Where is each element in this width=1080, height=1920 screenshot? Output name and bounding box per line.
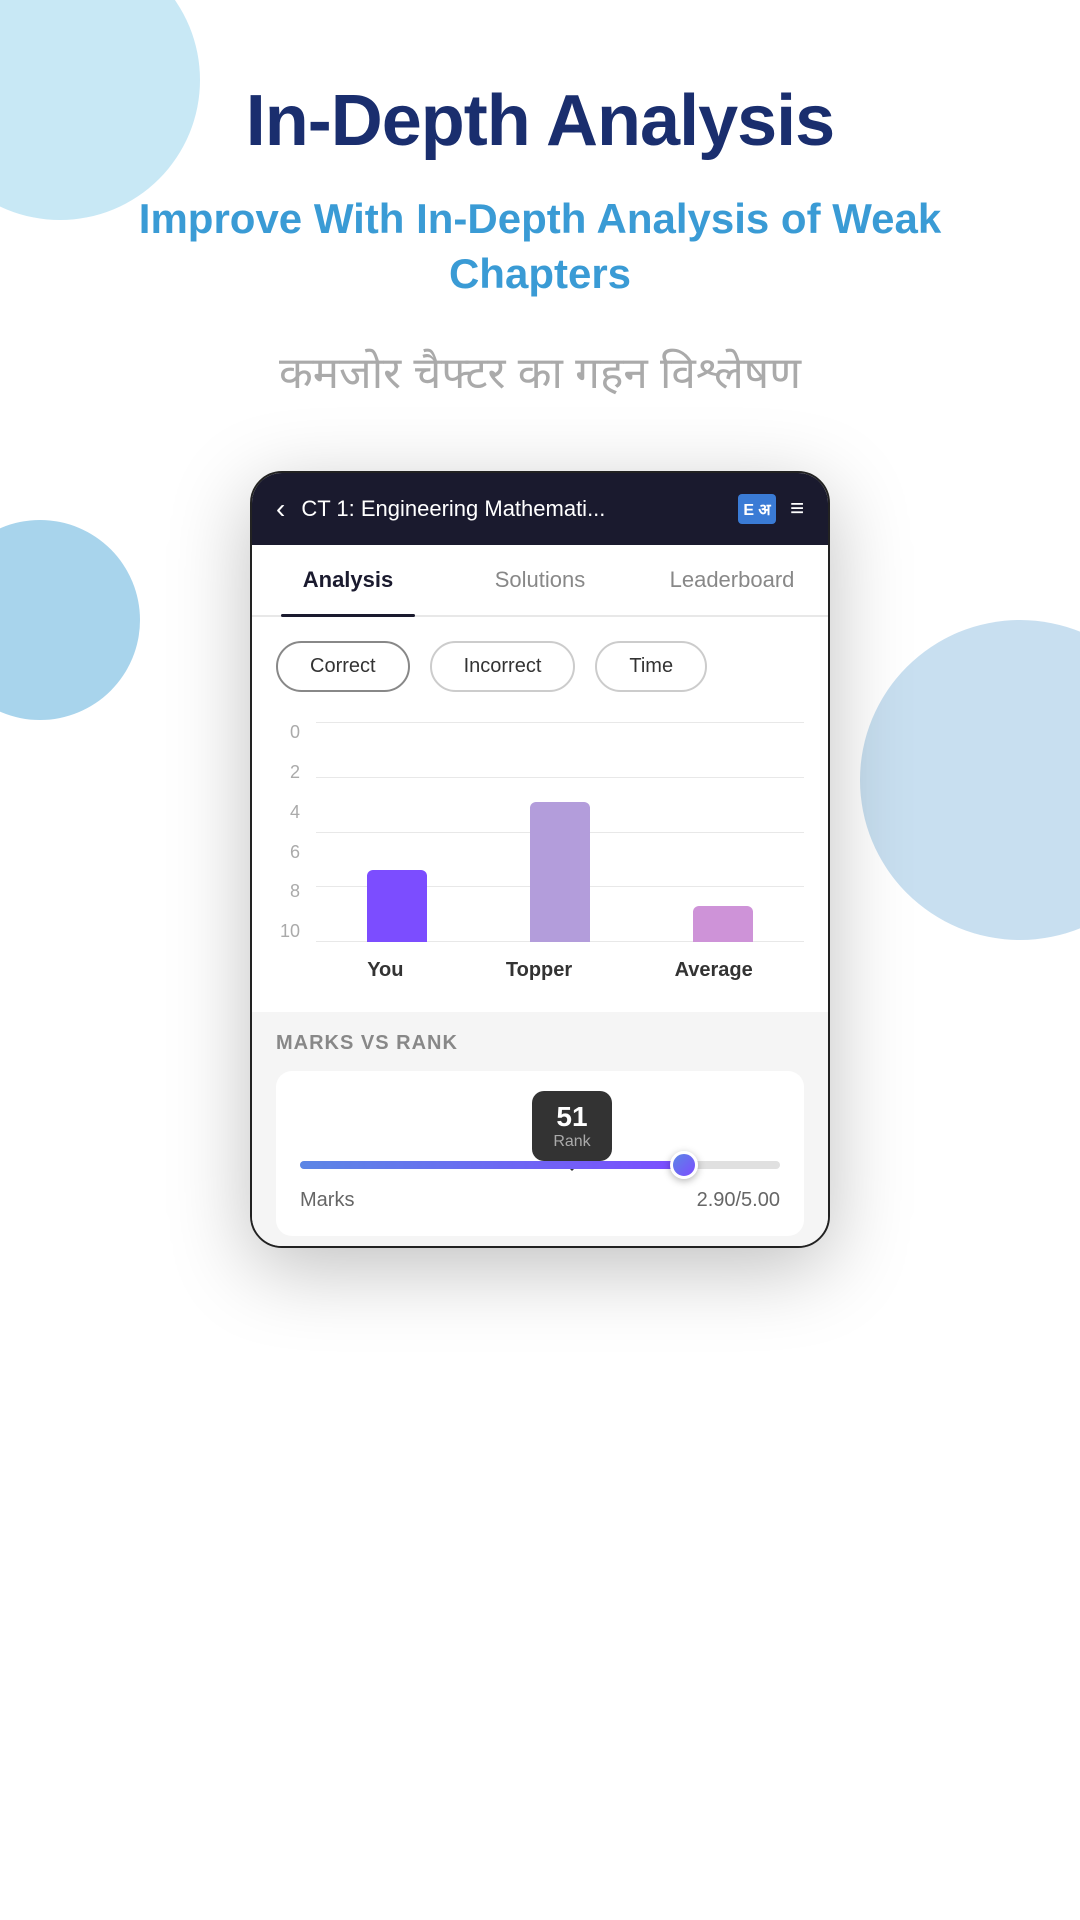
tab-solutions[interactable]: Solutions [444,545,636,615]
back-button[interactable]: ‹ [276,493,285,525]
bar-label-topper: Topper [506,959,572,982]
page-title: In-Depth Analysis [246,80,834,162]
slider-fill [300,1161,684,1169]
marks-label: Marks [300,1189,354,1212]
bar-label-you: You [367,959,403,982]
bar-x-labels: You Topper Average [316,959,804,982]
y-label-2: 2 [276,762,300,783]
bar-average [693,906,753,942]
bar-you-rect [367,870,427,942]
filter-correct[interactable]: Correct [276,641,410,692]
chart-area: 10 8 6 4 2 0 [252,702,828,1012]
rank-badge: 51 Rank [532,1091,612,1161]
menu-icon[interactable]: ≡ [790,495,804,523]
y-axis: 10 8 6 4 2 0 [276,722,300,982]
bar-topper-rect [530,802,590,942]
chart-container: 10 8 6 4 2 0 [276,722,804,982]
y-label-6: 6 [276,842,300,863]
app-header: ‹ CT 1: Engineering Mathemati... E अ ≡ [252,473,828,545]
header-title: CT 1: Engineering Mathemati... [301,496,722,522]
bar-topper [530,802,590,942]
rank-label: Rank [553,1133,590,1150]
slider-track[interactable] [300,1161,780,1169]
book-icon: E अ [738,494,776,524]
y-label-10: 10 [276,921,300,942]
bar-average-rect [693,906,753,942]
tabs-container: Analysis Solutions Leaderboard [252,545,828,617]
filter-buttons: Correct Incorrect Time [252,617,828,702]
marks-rank-heading: MARKS VS RANK [276,1032,804,1055]
y-label-8: 8 [276,881,300,902]
bars-group [316,722,804,942]
y-label-0: 0 [276,722,300,743]
y-label-4: 4 [276,802,300,823]
chart-bars: You Topper Average [316,722,804,982]
hindi-subtitle: कमजोर चैफ्टर का गहन विश्लेषण [279,341,801,401]
marks-rank-section: MARKS VS RANK 51 Rank Marks 2.90/5.00 [252,1012,828,1246]
bar-label-average: Average [675,959,753,982]
marks-value: 2.90/5.00 [697,1189,780,1212]
tab-leaderboard[interactable]: Leaderboard [636,545,828,615]
book-icon-label: E अ [743,498,770,520]
marks-rank-card: 51 Rank Marks 2.90/5.00 [276,1071,804,1236]
tab-analysis[interactable]: Analysis [252,545,444,615]
filter-time[interactable]: Time [595,641,707,692]
marks-row: Marks 2.90/5.00 [300,1189,780,1212]
slider-thumb[interactable] [670,1151,698,1179]
phone-mockup: ‹ CT 1: Engineering Mathemati... E अ ≡ A… [250,471,830,1248]
bar-you [367,870,427,942]
header-icons: E अ ≡ [738,494,804,524]
rank-number: 51 [552,1101,592,1133]
page-subtitle: Improve With In-Depth Analysis of Weak C… [0,192,1080,301]
filter-incorrect[interactable]: Incorrect [430,641,576,692]
